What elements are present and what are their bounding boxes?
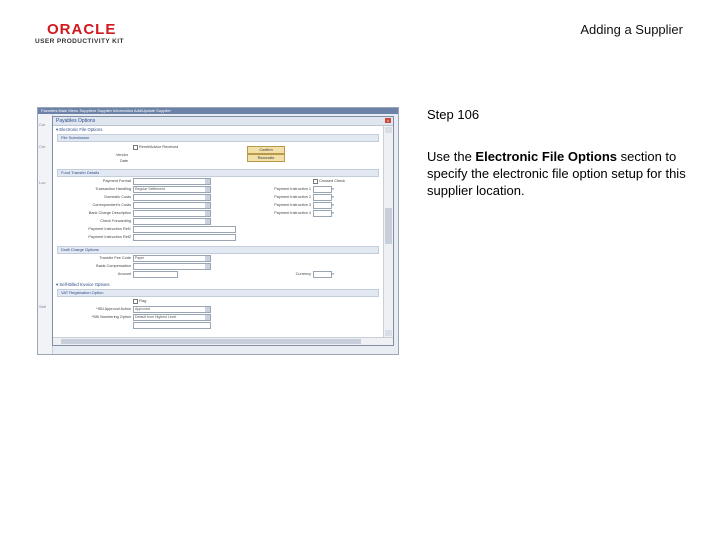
lookup-icon[interactable]: ⌕ (332, 194, 334, 199)
slide-title: Adding a Supplier (580, 22, 683, 37)
oracle-logo: ORACLE USER PRODUCTIVITY KIT (35, 22, 124, 45)
amount-label: Amount (117, 272, 131, 276)
bg-label: SetI (39, 304, 47, 309)
check-forwarding-select[interactable] (133, 218, 211, 225)
bg-label: Cur (39, 122, 46, 127)
pay-instr1-label: Payment Instruction 1 (274, 187, 311, 191)
lookup-icon[interactable]: ⌕ (332, 202, 334, 207)
scroll-thumb[interactable] (61, 339, 361, 344)
remit-advice-checkbox[interactable] (133, 145, 138, 150)
crossed-check-label: Crossed Check (319, 179, 345, 183)
dialog-title: Payables Options (56, 118, 96, 124)
amount-input[interactable] (133, 271, 178, 278)
breadcrumb[interactable]: Favorites Main Menu Suppliers Supplier I… (38, 108, 398, 114)
basis-comp-select[interactable] (133, 263, 211, 270)
draft-charge-bar: Draft Charge Options (57, 246, 379, 254)
pay-instr4-label: Payment Instruction 4 (274, 211, 311, 215)
edi-bar: File Submission (57, 134, 379, 142)
confirm-button[interactable]: Confirm (247, 146, 285, 154)
app-screenshot: Favorites Main Menu Suppliers Supplier I… (37, 107, 399, 355)
date-label: Date (119, 159, 128, 163)
instruction-text-pre: Use the (427, 149, 476, 164)
scroll-thumb[interactable] (385, 208, 392, 244)
pay-instr2-label: Payment Instruction 2 (274, 195, 311, 199)
sbi-approval-select[interactable]: Approved (133, 306, 211, 313)
sbi-numbering-select[interactable]: Default from Highest Level (133, 314, 211, 321)
section-electronic-file-options[interactable]: ▾ Electronic File Options (56, 127, 102, 133)
dialog-header: Payables Options × (53, 117, 393, 126)
logo-subtitle: USER PRODUCTIVITY KIT (35, 38, 124, 45)
correspondent-select[interactable] (133, 202, 211, 209)
close-icon[interactable]: × (385, 118, 391, 123)
pay-instr2-input[interactable] (313, 194, 332, 201)
lookup-icon[interactable]: ⌕ (332, 210, 334, 215)
pay-instr4-input[interactable] (313, 210, 332, 217)
logo-wordmark: ORACLE (47, 21, 117, 38)
lookup-icon[interactable]: ⌕ (332, 271, 334, 276)
check-forwarding-label: Check Forwarding (100, 219, 131, 223)
horizontal-scrollbar[interactable] (53, 337, 393, 345)
bank-charge-select[interactable] (133, 210, 211, 217)
pay-instr3-input[interactable] (313, 202, 332, 209)
pay-instr1-input[interactable] (313, 186, 332, 193)
domestic-costs-label: Domestic Costs (104, 195, 131, 199)
remit-advice-label: Remit/Advice Received (139, 145, 179, 149)
payables-options-dialog: Payables Options × ▾ Electronic File Opt… (52, 116, 394, 346)
currency-input[interactable] (313, 271, 332, 278)
scroll-down-icon[interactable] (385, 330, 392, 336)
scroll-up-icon[interactable] (385, 127, 392, 133)
payment-format-label: Payment Format (102, 179, 131, 183)
currency-label: Currency (295, 272, 311, 276)
transaction-handling-label: Transaction Handling (95, 187, 131, 191)
step-instruction: Use the Electronic File Options section … (427, 148, 697, 199)
pay-info1-input[interactable] (133, 226, 236, 233)
reconcile-button[interactable]: Reconcile (247, 154, 285, 162)
extra-input[interactable] (133, 322, 211, 329)
crossed-check-checkbox[interactable] (313, 179, 318, 184)
transfer-fee-select[interactable]: Payer (133, 255, 211, 262)
flag-checkbox[interactable] (133, 299, 138, 304)
section-title: Self-Billed Invoice Options (59, 282, 110, 287)
fund-transfer-bar: Fund Transfer Details (57, 169, 379, 177)
bg-label: Cre (39, 144, 46, 149)
bank-charge-label: Bank Charge Description (88, 211, 131, 215)
transaction-handling-select[interactable]: Regular Settlement (133, 186, 211, 193)
vertical-scrollbar[interactable] (383, 126, 393, 337)
payment-format-select[interactable] (133, 178, 211, 185)
bg-label: Loc (39, 180, 46, 185)
vat-bar: VAT Registration Option (57, 289, 379, 297)
pay-instr3-label: Payment Instruction 3 (274, 203, 311, 207)
domestic-costs-select[interactable] (133, 194, 211, 201)
pay-info2-label: Payment Instruction Ref2 (88, 235, 131, 239)
vendor-label: Vendor (115, 153, 128, 157)
background-page: Cur Cre Loc SetI (38, 114, 53, 354)
correspondent-label: Correspondent's Costs (92, 203, 131, 207)
sbi-approval-label: *SBI Approval Action (96, 307, 131, 311)
lookup-icon[interactable]: ⌕ (332, 186, 334, 191)
pay-info2-input[interactable] (133, 234, 236, 241)
basis-comp-label: Basis Compensation (96, 264, 131, 268)
section-self-billed[interactable]: ▾ Self-Billed Invoice Options (56, 282, 110, 288)
step-number: Step 106 (427, 107, 480, 122)
sbi-numbering-label: *SBI Numbering Option (91, 315, 131, 319)
section-title: Electronic File Options (59, 127, 103, 132)
instruction-highlight: Electronic File Options (475, 149, 617, 164)
transfer-fee-label: Transfer Fee Code (99, 256, 131, 260)
dialog-body: ▾ Electronic File Options File Submissio… (53, 126, 383, 337)
pay-info1-label: Payment Instruction Ref1 (88, 227, 131, 231)
flag-label: Flag (139, 299, 147, 303)
